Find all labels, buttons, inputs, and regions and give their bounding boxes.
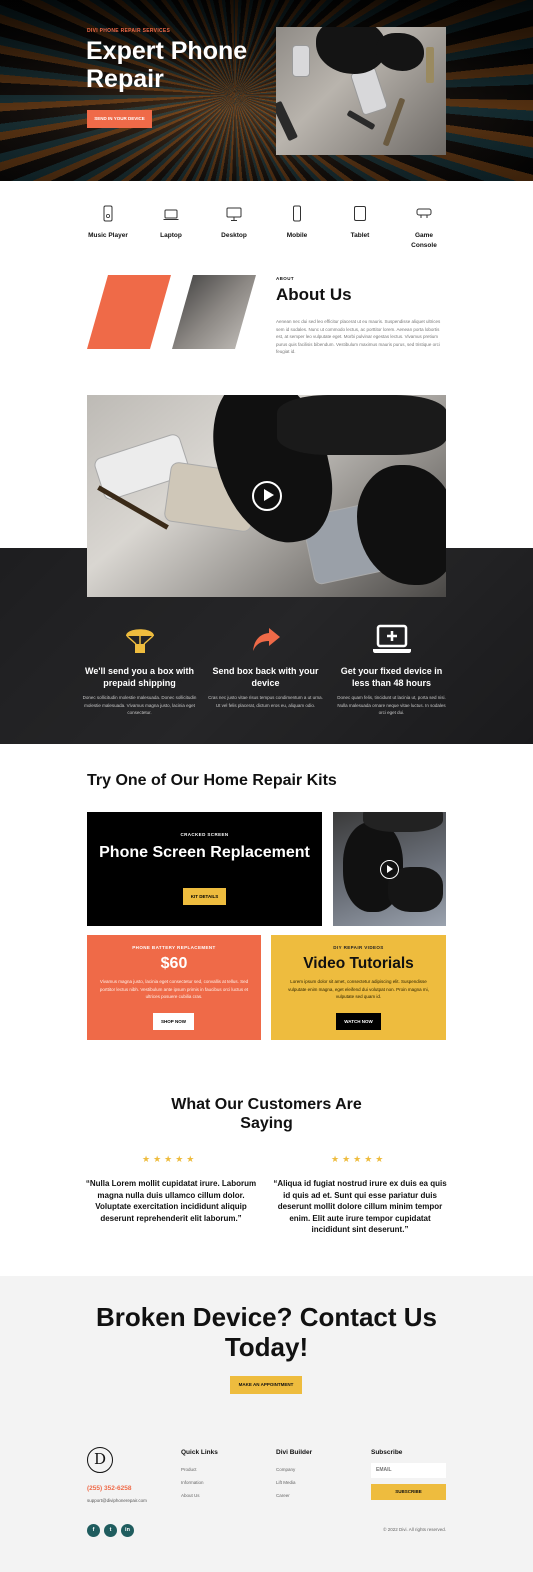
twitter-icon[interactable]: t [104,1524,117,1537]
step-title: Get your fixed device in less than 48 ho… [340,666,443,688]
mobile-icon [293,205,301,222]
hero-title: Expert Phone Repair [86,37,248,93]
share-arrow-icon [252,628,280,651]
step-text: Donec quam felis, tincidunt ut lacinia u… [337,695,446,715]
kit-eyebrow: PHONE BATTERY REPLACEMENT [132,945,216,950]
divi-logo[interactable]: D [87,1447,113,1473]
footer-heading: Quick Links [181,1449,218,1456]
about-title: About Us [276,285,352,304]
about-photo [172,275,256,349]
kit-text: Lorem ipsum dolor sit amet, consectetur … [288,979,429,999]
kit-videos-card: DIY REPAIR VIDEOS Video Tutorials Lorem … [271,935,446,1040]
cta-title: Broken Device? Contact Us Today! [96,1302,437,1362]
footer-email[interactable]: support@diviphonerepair.com [87,1498,147,1503]
kit-battery-card: PHONE BATTERY REPLACEMENT $60 Vivamus ma… [87,935,261,1040]
step-title: We'll send you a box with prepaid shippi… [85,666,194,688]
kit-screen-card: CRACKED SCREEN Phone Screen Replacement … [87,812,322,926]
footer-link-company[interactable]: Company [276,1463,312,1476]
testimonial-quote: “Nulla Lorem mollit cupidatat irure. Lab… [85,1179,257,1223]
testimonial-quote: “Aliqua id fugiat nostrud irure ex duis … [273,1179,447,1234]
about-text: Aenean nec dui sed leo efficitur placera… [276,319,441,355]
sleeve-image [363,812,443,832]
shop-now-button[interactable]: SHOP NOW [153,1013,194,1030]
step-text: Donec sollicitudin molestie malesuada. D… [82,695,197,715]
subscribe-email-input[interactable] [371,1463,446,1478]
device-music-player[interactable]: Music Player [86,205,130,241]
device-game-console[interactable]: Game Console [402,205,446,251]
footer-link-about-us[interactable]: About Us [181,1489,218,1502]
device-desktop[interactable]: Desktop [212,205,256,241]
linkedin-icon[interactable]: in [121,1524,134,1537]
glove-image [376,33,424,71]
testimonials-title: What Our Customers Are Saying [171,1096,362,1132]
laptop-icon [163,209,179,220]
device-label: Mobile [286,232,308,239]
device-label: Desktop [221,232,247,239]
facebook-icon[interactable]: f [87,1524,100,1537]
footer-heading: Divi Builder [276,1449,313,1456]
tool-image [276,100,298,142]
footer-heading: Subscribe [371,1449,403,1456]
parachute-box-icon [125,629,154,653]
desktop-icon [226,207,242,221]
step-ship-box: We'll send you a box with prepaid shippi… [82,622,197,717]
device-laptop[interactable]: Laptop [149,205,193,241]
subscribe-button[interactable]: SUBSCRIBE [371,1484,446,1500]
tool-image [426,47,434,83]
device-label: Game Console [411,232,437,249]
device-label: Tablet [350,232,370,239]
kits-title: Try One of Our Home Repair Kits [87,772,337,789]
game-console-icon [416,208,432,218]
footer-link-information[interactable]: Information [181,1476,218,1489]
kit-eyebrow: CRACKED SCREEN [180,832,229,837]
star-rating: ★★★★★ [331,1154,387,1164]
kit-eyebrow: DIY REPAIR VIDEOS [333,945,384,950]
copyright: © 2022 Divi. All rights reserved. [383,1527,446,1532]
laptop-medical-icon [372,624,411,653]
step-text: Cras nec justo vitae risus tempus condim… [208,695,323,708]
step-fixed-device: Get your fixed device in less than 48 ho… [334,622,449,717]
divi-builder-column: Divi Builder Company Lift Media Career [276,1449,312,1502]
about-eyebrow: ABOUT [276,276,294,281]
phone-image [292,45,310,77]
device-mobile[interactable]: Mobile [275,205,319,241]
make-appointment-button[interactable]: MAKE AN APPOINTMENT [230,1376,302,1394]
tablet-icon [354,206,366,221]
hero-eyebrow: DIVI PHONE REPAIR SERVICES [87,28,171,34]
device-tablet[interactable]: Tablet [338,205,382,241]
device-label: Laptop [160,232,182,239]
device-label: Music Player [88,232,128,239]
watch-now-button[interactable]: WATCH NOW [336,1013,381,1030]
page: DIVI PHONE REPAIR SERVICES Expert Phone … [0,0,533,1572]
kit-price: $60 [160,955,188,972]
kit-details-button[interactable]: KIT DETAILS [183,888,226,905]
footer-link-lift-media[interactable]: Lift Media [276,1476,312,1489]
quick-links-column: Quick Links Product Information About Us [181,1449,218,1502]
step-send-back: Send box back with your device Cras nec … [208,622,323,709]
hero-photo [276,27,446,155]
footer-phone[interactable]: (255) 352-6258 [87,1485,131,1492]
about-decor-shape [87,275,171,349]
send-device-button[interactable]: SEND IN YOUR DEVICE [87,110,152,128]
play-icon[interactable] [380,860,399,879]
kit-title: Video Tutorials [303,955,414,972]
footer-link-product[interactable]: Product [181,1463,218,1476]
kit-text: Vivamus magna justo, lacinia eget consec… [99,979,249,999]
step-title: Send box back with your device [212,666,319,688]
sleeve-image [277,395,446,455]
device-types-row: Music Player Laptop Desktop Mobile Table… [86,205,446,255]
play-icon[interactable] [252,481,282,511]
subscribe-column: Subscribe [371,1449,402,1463]
music-player-icon [103,205,113,222]
star-rating: ★★★★★ [142,1154,198,1164]
kit-title: Phone Screen Replacement [99,844,310,861]
footer-link-career[interactable]: Career [276,1489,312,1502]
